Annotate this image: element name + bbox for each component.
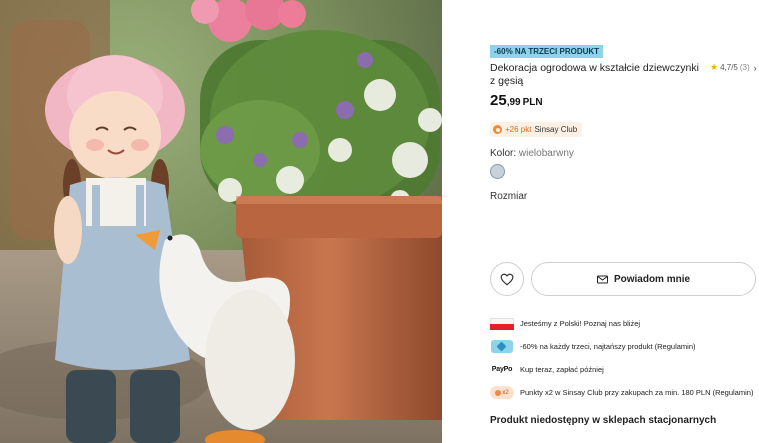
rating-score: 4,7/5 [720, 63, 738, 72]
perks-list: Jesteśmy z Polski! Poznaj nas bliżej -60… [490, 312, 756, 404]
product-rating[interactable]: ★ 4,7/5 (3) › [710, 62, 757, 73]
club-points-icon [493, 125, 502, 134]
chevron-right-icon: › [753, 62, 757, 73]
heart-icon [500, 273, 514, 285]
perk-discount[interactable]: -60% na każdy trzeci, najtańszy produkt … [490, 335, 756, 358]
perk-club-points[interactable]: x2 Punkty x2 w Sinsay Club przy zakupach… [490, 381, 756, 404]
product-price: 25,99 PLN [490, 92, 543, 109]
garden-figurine-photo [0, 0, 442, 443]
club-points-badge: +26 pkt Sinsay Club [490, 122, 583, 137]
product-image[interactable] [0, 0, 442, 443]
notify-me-label: Powiadom mnie [613, 273, 691, 285]
promo-badge: -60% NA TRZECI PRODUKT [490, 45, 604, 58]
perk-text: Punkty x2 w Sinsay Club przy zakupach za… [520, 388, 754, 397]
club-points-value: +26 pkt [505, 125, 532, 134]
perk-text: Kup teraz, zapłać później [520, 365, 604, 374]
discount-tag-icon [490, 340, 514, 354]
store-availability-note: Produkt niedostępny w sklepach stacjonar… [490, 415, 717, 426]
rating-count: (3) [739, 63, 750, 72]
star-icon: ★ [710, 62, 719, 72]
points-multiplier: x2 [502, 389, 509, 396]
notify-me-button[interactable]: Powiadom mnie [531, 262, 756, 296]
color-value: wielobarwny [518, 148, 574, 159]
size-label: Rozmiar [490, 191, 528, 202]
club-name: Sinsay Club [534, 125, 578, 134]
price-whole: 25 [490, 92, 507, 109]
perk-polish-brand[interactable]: Jesteśmy z Polski! Poznaj nas bliżej [490, 312, 756, 335]
color-label-prefix: Kolor: [490, 148, 517, 159]
product-info-panel: -60% NA TRZECI PRODUKT ★ 4,7/5 (3) › Dek… [442, 0, 759, 443]
color-label: Kolor: wielobarwny [490, 148, 574, 159]
perk-paypo[interactable]: PayPo Kup teraz, zapłać później [490, 358, 756, 381]
paypo-logo: PayPo [491, 366, 513, 373]
polish-flag-icon [490, 317, 514, 331]
product-title: Dekoracja ogrodowa w kształcie dziewczyn… [490, 62, 699, 87]
perk-text: Jesteśmy z Polski! Poznaj nas bliżej [520, 319, 641, 328]
club-points-icon: x2 [490, 386, 514, 400]
color-swatch[interactable] [490, 164, 505, 179]
envelope-icon [596, 275, 608, 283]
price-decimal: ,99 [506, 97, 521, 108]
favorite-button[interactable] [490, 262, 524, 296]
perk-text: -60% na każdy trzeci, najtańszy produkt … [520, 342, 696, 351]
price-currency: PLN [522, 97, 543, 108]
